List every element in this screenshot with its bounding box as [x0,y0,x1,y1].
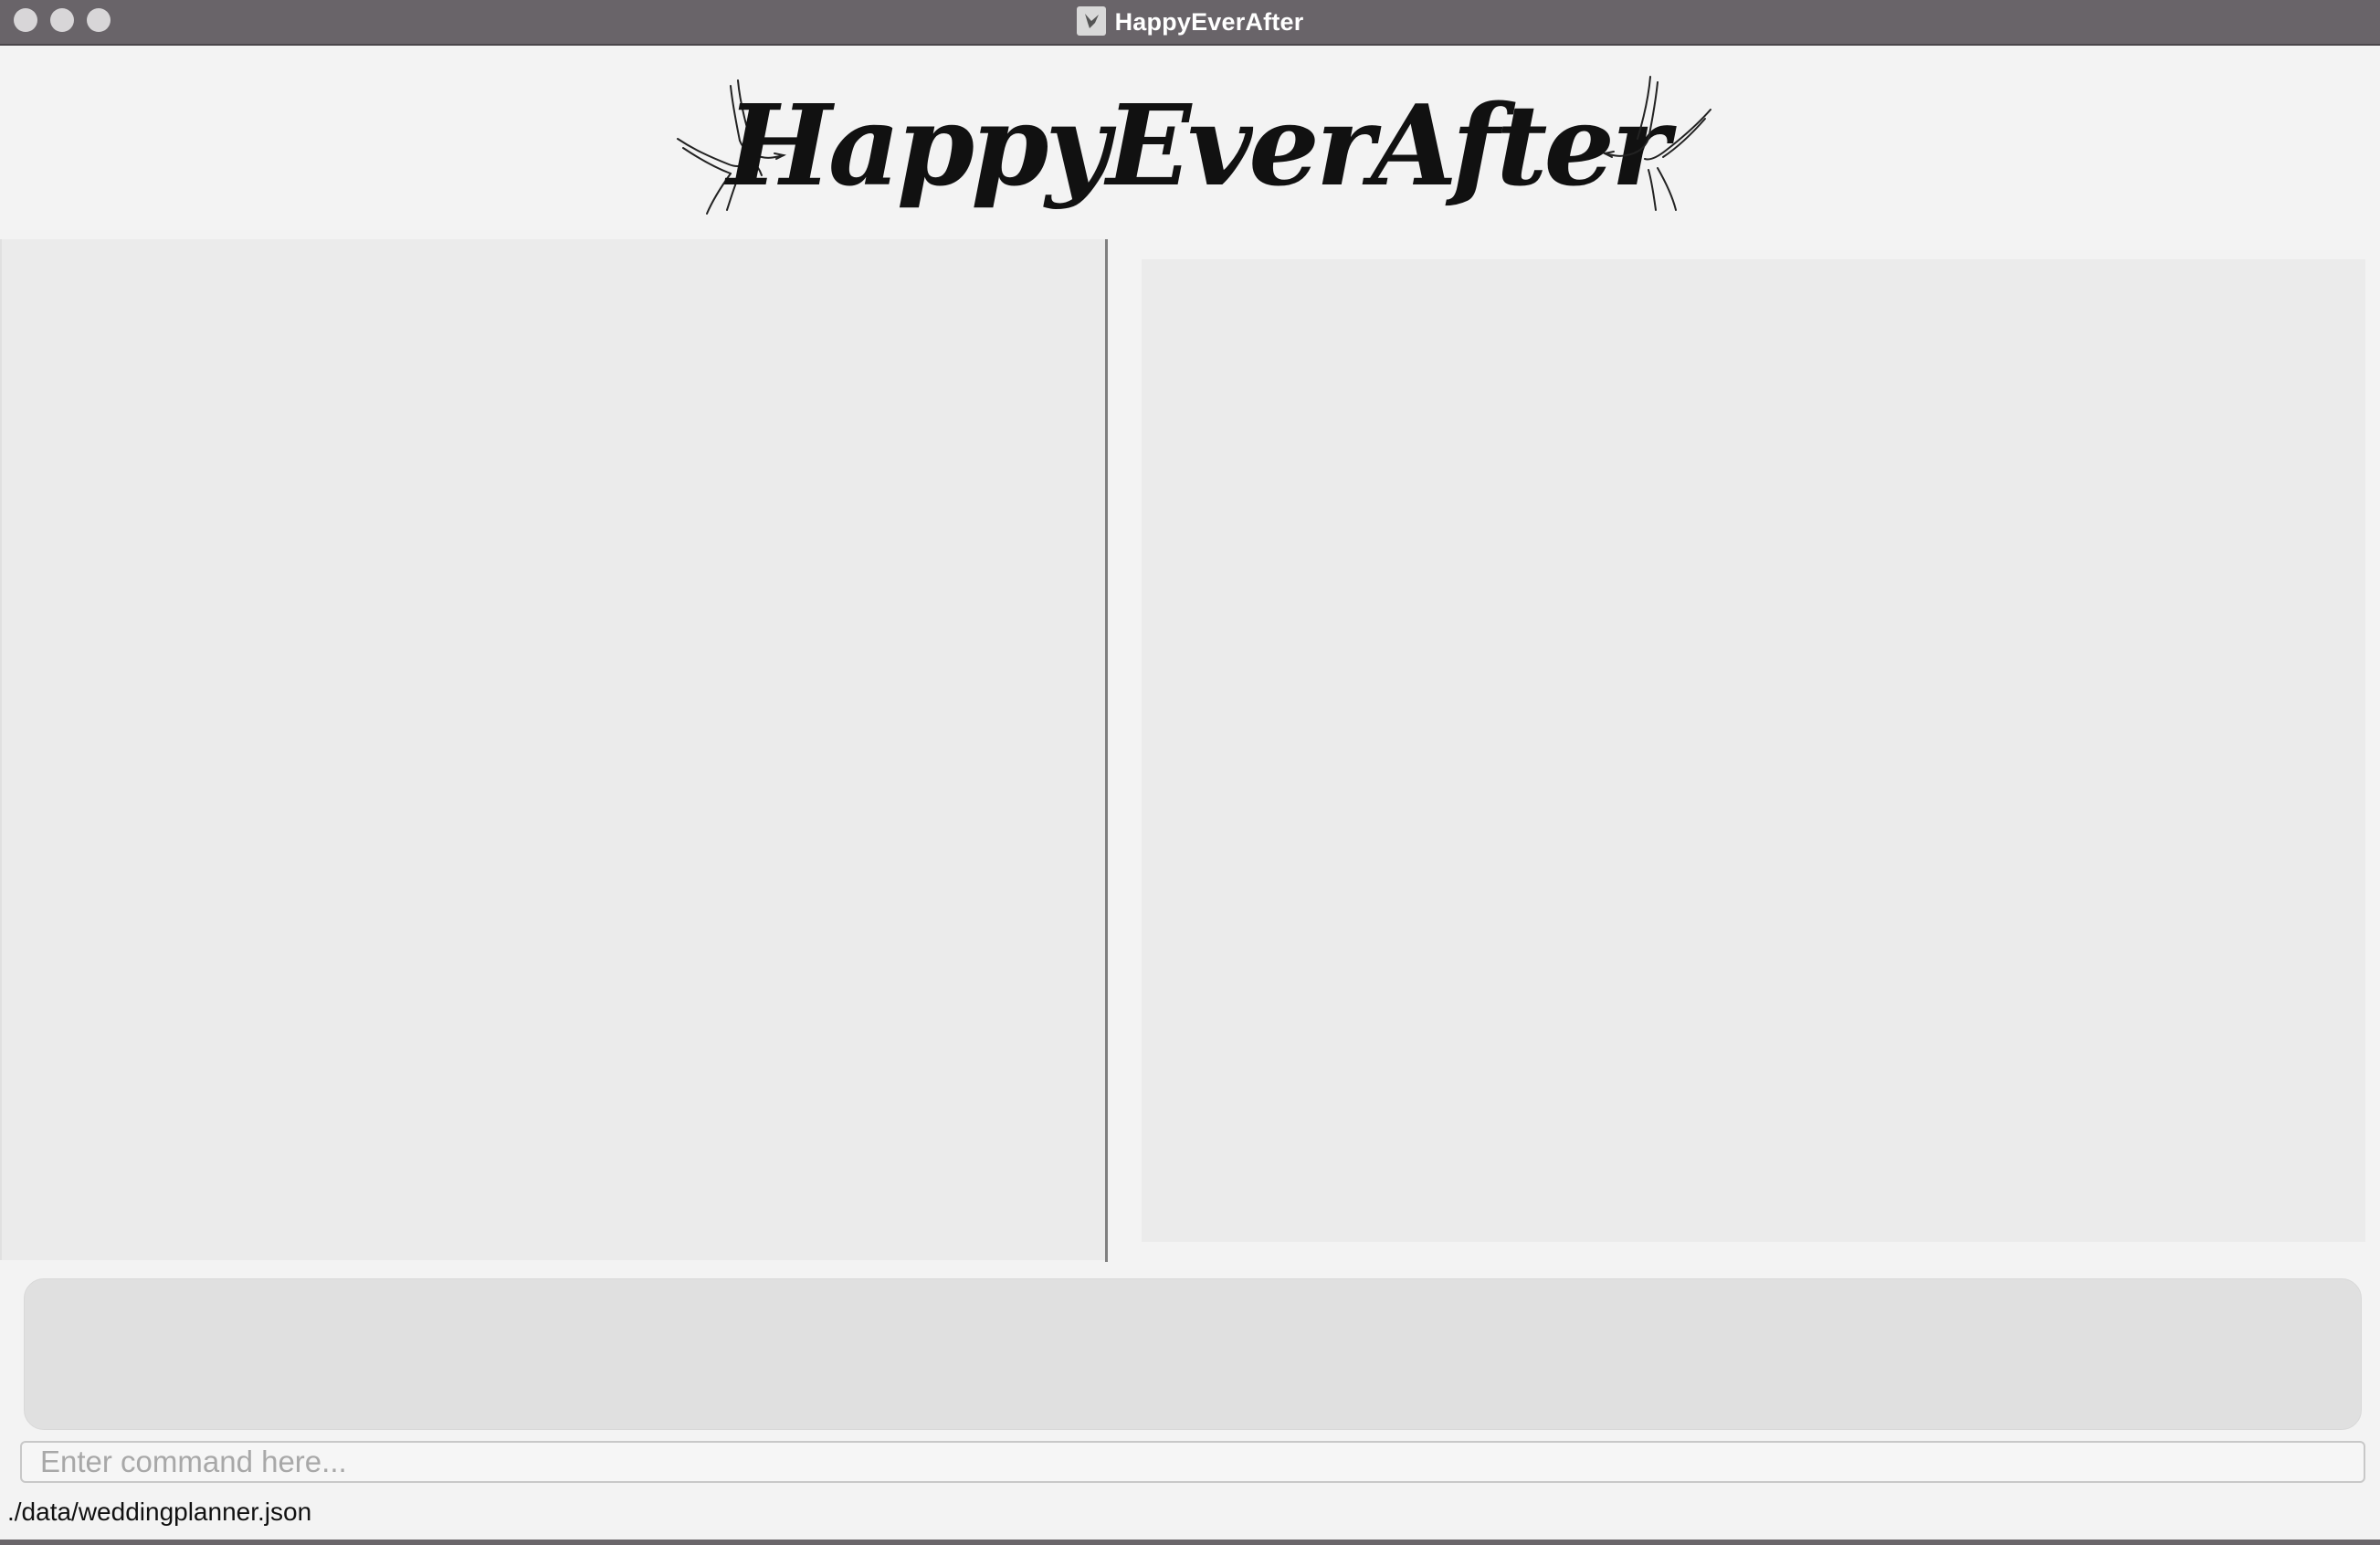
result-display[interactable] [24,1278,2362,1430]
detail-panel[interactable] [1142,259,2365,1242]
status-bar: ./data/weddingplanner.json [0,1488,2380,1540]
title-bar[interactable]: HappyEverAfter [0,0,2380,46]
dove-icon [1601,76,1711,211]
command-input[interactable] [20,1441,2365,1483]
window-bottom-edge [0,1540,2380,1545]
app-icon [1076,6,1106,36]
list-panel[interactable] [0,239,1107,1260]
app-banner: HappyEverAfter [0,46,2380,237]
save-location-path: ./data/weddingplanner.json [7,1498,312,1526]
app-window: HappyEverAfter HappyEverAfter Enter comm… [0,0,2380,1545]
detail-area [1108,239,2380,1262]
window-title: HappyEverAfter [1114,7,1304,36]
banner-logo-group: HappyEverAfter [658,58,1726,232]
window-title-group: HappyEverAfter [0,0,2380,44]
app-logo-text: HappyEverAfter [726,79,1670,211]
